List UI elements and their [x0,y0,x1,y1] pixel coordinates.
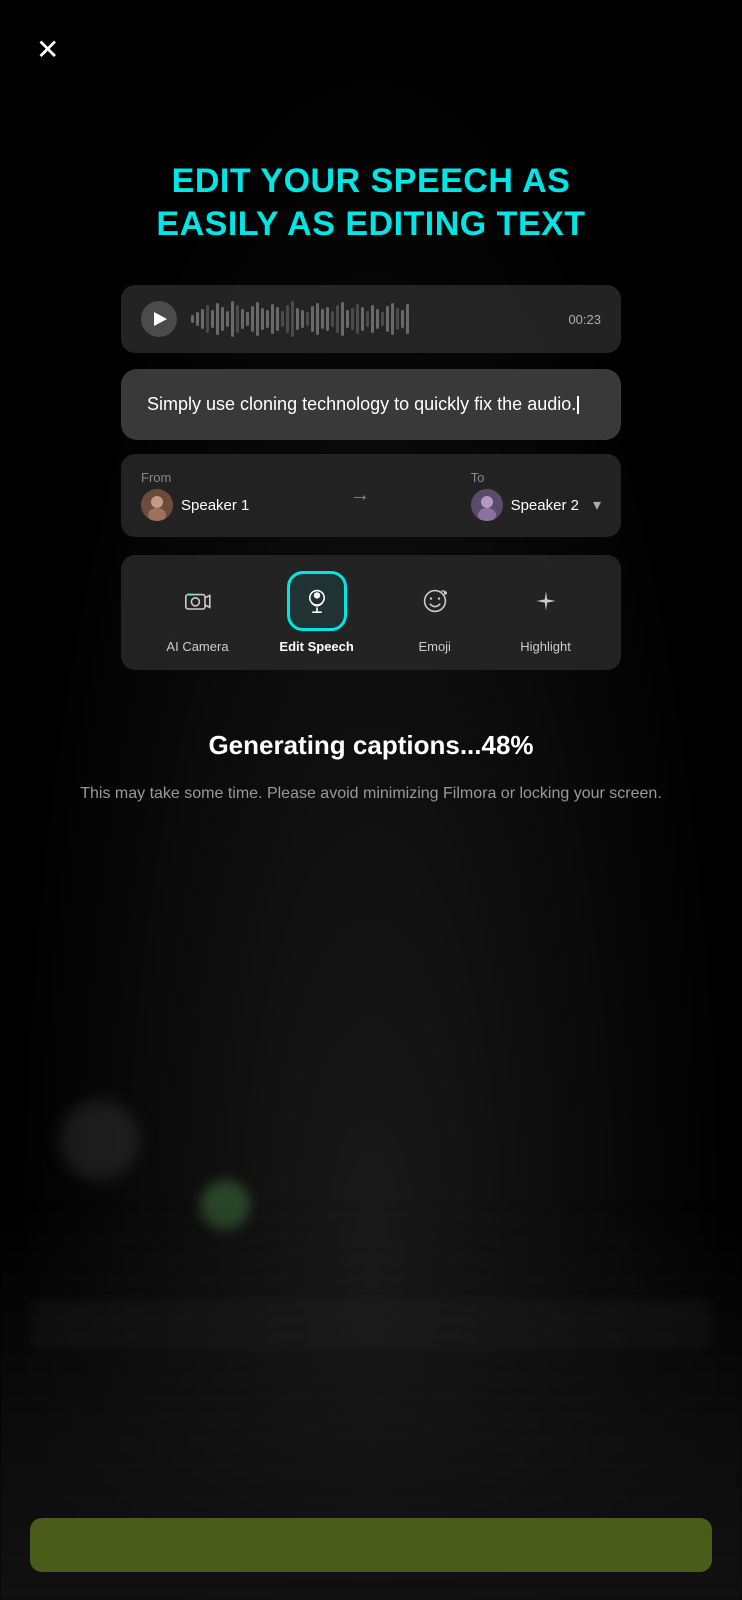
text-content: Simply use cloning technology to quickly… [147,391,595,418]
main-content: EDIT YOUR SPEECH AS EASILY AS EDITING TE… [0,0,742,1600]
title-line1: EDIT YOUR SPEECH AS [156,160,585,203]
speaker-arrow: → [265,484,454,507]
speaker1-name: Speaker 1 [181,497,249,514]
highlight-icon [530,585,562,617]
play-icon [154,312,167,326]
edit-speech-icon-wrap [287,571,347,631]
ai-camera-icon: AI [181,585,213,617]
speaker-row: From Speaker 1 → To [121,454,621,537]
speaker2-name: Speaker 2 [511,497,579,514]
edit-speech-button[interactable]: Edit Speech [279,571,353,654]
speaker1-avatar [141,489,173,521]
waveform [191,301,554,337]
edit-speech-label: Edit Speech [279,639,353,654]
audio-timestamp: 00:23 [568,312,601,327]
text-cursor [577,396,579,414]
generating-title: Generating captions...48% [80,730,662,761]
speaker-to[interactable]: To Speaker 2 ▾ [471,470,601,521]
main-title: EDIT YOUR SPEECH AS EASILY AS EDITING TE… [116,160,625,245]
audio-card: 00:23 [121,285,621,353]
green-bottom-bar[interactable] [30,1518,712,1572]
emoji-icon-wrap [405,571,465,631]
speaker-from: From Speaker 1 [141,470,249,521]
emoji-label: Emoji [418,639,451,654]
chevron-down-icon: ▾ [593,495,601,515]
highlight-button[interactable]: Highlight [516,571,576,654]
title-line2: EASILY AS EDITING TEXT [156,203,585,246]
ai-camera-icon-wrap: AI [167,571,227,631]
edit-speech-icon [301,585,333,617]
speaker2-avatar [471,489,503,521]
svg-text:AI: AI [187,592,192,598]
tools-row: AI AI Camera Edit Speech [121,555,621,670]
ai-camera-button[interactable]: AI AI Camera [166,571,228,654]
close-button[interactable]: ✕ [36,36,59,64]
text-bubble: Simply use cloning technology to quickly… [121,369,621,440]
from-label: From [141,470,249,485]
ai-camera-label: AI Camera [166,639,228,654]
play-button[interactable] [141,301,177,337]
emoji-button[interactable]: Emoji [405,571,465,654]
generating-section: Generating captions...48% This may take … [40,730,702,807]
generating-subtitle: This may take some time. Please avoid mi… [80,781,662,807]
highlight-label: Highlight [520,639,571,654]
to-label: To [471,470,601,485]
emoji-icon [419,585,451,617]
highlight-icon-wrap [516,571,576,631]
